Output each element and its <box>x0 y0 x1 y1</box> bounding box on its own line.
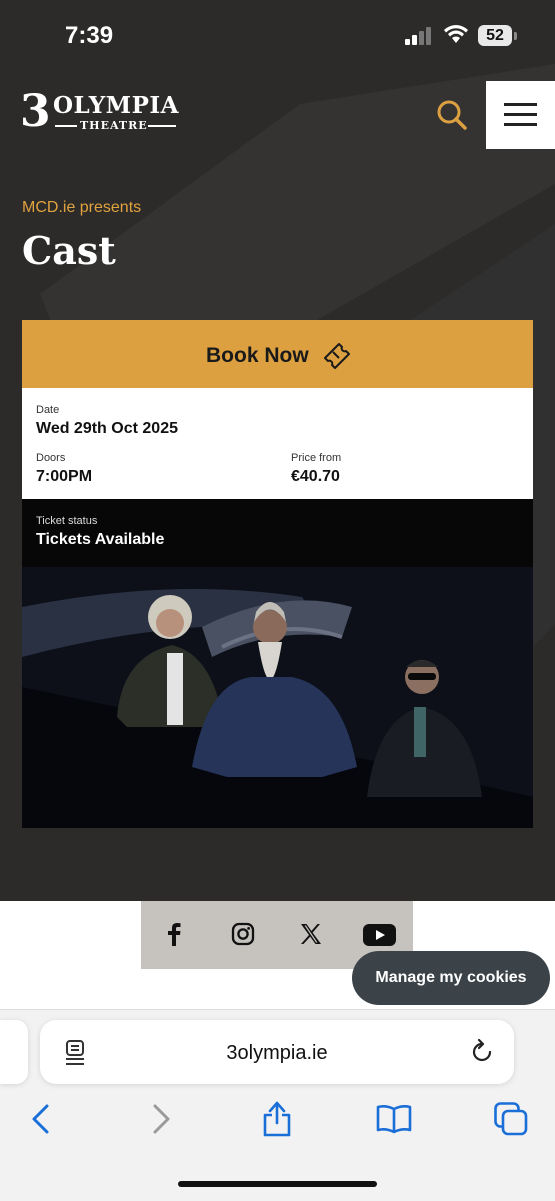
status-time: 7:39 <box>65 22 114 49</box>
ticket-status: Ticket status Tickets Available <box>22 499 533 567</box>
band-photo-illustration <box>22 567 533 828</box>
address-bar[interactable]: 3olympia.ie <box>40 1020 514 1084</box>
event-info: Date Wed 29th Oct 2025 Doors 7:00PM Pric… <box>22 388 533 499</box>
book-now-button[interactable]: Book Now <box>22 320 533 388</box>
doors-label: Doors <box>36 452 66 464</box>
search-icon[interactable] <box>434 97 470 133</box>
ticket-status-label: Ticket status <box>36 515 98 527</box>
share-icon[interactable] <box>262 1099 292 1137</box>
ticket-status-value: Tickets Available <box>36 531 165 548</box>
forward-icon[interactable] <box>150 1103 172 1135</box>
bookmarks-icon[interactable] <box>376 1104 412 1134</box>
price-label: Price from <box>291 452 342 464</box>
hamburger-line <box>504 103 537 106</box>
ticket-icon <box>324 343 350 369</box>
date-value: Wed 29th Oct 2025 <box>36 420 178 437</box>
x-icon[interactable] <box>299 922 323 951</box>
wifi-icon <box>444 25 468 43</box>
youtube-icon[interactable] <box>363 923 396 952</box>
event-title: Cast <box>22 228 116 273</box>
book-now-label: Book Now <box>206 344 309 367</box>
band-photo <box>22 567 533 828</box>
menu-button[interactable] <box>486 81 555 149</box>
logo-line <box>148 125 176 127</box>
tabs-icon[interactable] <box>494 1102 528 1136</box>
date-label: Date <box>36 404 60 416</box>
logo-three: 3 <box>20 86 51 137</box>
doors-value: 7:00PM <box>36 468 93 485</box>
battery-tip <box>514 32 517 40</box>
battery-level: 52 <box>478 25 512 46</box>
url-text: 3olympia.ie <box>226 1042 328 1064</box>
logo-name: OLYMPIA <box>53 92 180 119</box>
status-bar: 7:39 52 <box>0 0 555 64</box>
olympia-logo[interactable]: 3 OLYMPIA THEATRE <box>20 88 180 136</box>
hamburger-line <box>504 123 537 126</box>
back-icon[interactable] <box>30 1103 52 1135</box>
event-presenter: MCD.ie presents <box>22 199 142 216</box>
reload-icon[interactable] <box>469 1039 495 1065</box>
logo-line <box>55 125 77 127</box>
logo-sub: THEATRE <box>80 119 148 132</box>
instagram-icon[interactable] <box>231 922 255 951</box>
cellular-signal-icon <box>405 27 431 45</box>
price-value: €40.70 <box>291 468 340 485</box>
facebook-icon[interactable] <box>167 922 181 951</box>
manage-cookies-button[interactable]: Manage my cookies <box>352 951 550 1005</box>
hamburger-line <box>504 113 537 116</box>
previous-tab-edge[interactable] <box>0 1020 28 1084</box>
home-indicator[interactable] <box>178 1181 377 1187</box>
